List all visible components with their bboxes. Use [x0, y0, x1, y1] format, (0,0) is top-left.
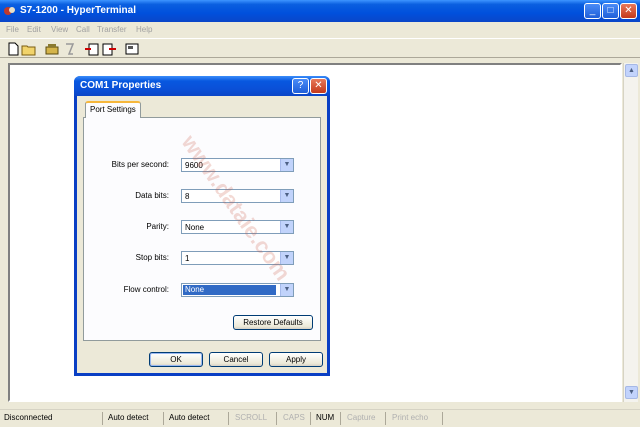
stop-bits-value: 1 — [185, 254, 190, 263]
stop-bits-select[interactable]: 1 ▼ — [181, 251, 294, 265]
bits-per-second-value: 9600 — [185, 161, 203, 170]
status-capture: Capture — [347, 413, 376, 422]
cancel-button[interactable]: Cancel — [209, 352, 263, 367]
dial-icon[interactable] — [44, 41, 60, 57]
data-bits-select[interactable]: 8 ▼ — [181, 189, 294, 203]
flow-control-select[interactable]: None ▼ — [181, 283, 294, 297]
dialog-title: COM1 Properties — [80, 80, 162, 91]
chevron-down-icon[interactable]: ▼ — [280, 284, 293, 296]
receive-icon[interactable] — [101, 41, 117, 57]
status-bar: Disconnected Auto detect Auto detect SCR… — [0, 409, 640, 427]
port-settings-panel: Bits per second: 9600 ▼ Data bits: 8 ▼ P… — [83, 117, 321, 341]
window-title: S7-1200 - HyperTerminal — [20, 5, 136, 16]
chevron-down-icon[interactable]: ▼ — [280, 252, 293, 264]
menu-edit[interactable]: Edit — [27, 25, 41, 34]
status-caps: CAPS — [283, 413, 305, 422]
hyperterminal-icon — [4, 7, 15, 15]
flow-control-value: None — [183, 285, 276, 295]
menu-help[interactable]: Help — [136, 25, 152, 34]
help-button[interactable]: ? — [292, 78, 309, 94]
menu-call[interactable]: Call — [76, 25, 90, 34]
ok-button[interactable]: OK — [149, 352, 203, 367]
apply-button[interactable]: Apply — [269, 352, 323, 367]
menu-bar: File Edit View Call Transfer Help — [0, 22, 640, 38]
toolbar — [0, 38, 640, 58]
vertical-scrollbar[interactable]: ▲ ▼ — [623, 63, 638, 402]
menu-transfer[interactable]: Transfer — [97, 25, 127, 34]
minimize-button[interactable]: _ — [584, 3, 601, 19]
new-icon[interactable] — [5, 41, 21, 57]
data-bits-label: Data bits: — [135, 191, 169, 200]
chevron-down-icon[interactable]: ▼ — [280, 190, 293, 202]
send-icon[interactable] — [84, 41, 100, 57]
title-bar[interactable]: S7-1200 - HyperTerminal _ □ ✕ — [0, 0, 640, 22]
status-scroll: SCROLL — [235, 413, 268, 422]
status-connection: Disconnected — [4, 413, 53, 422]
parity-label: Parity: — [146, 222, 169, 231]
stop-bits-label: Stop bits: — [135, 253, 169, 262]
status-print-echo: Print echo — [392, 413, 429, 422]
parity-select[interactable]: None ▼ — [181, 220, 294, 234]
status-detect-1: Auto detect — [108, 413, 149, 422]
status-detect-2: Auto detect — [169, 413, 210, 422]
close-button[interactable]: ✕ — [620, 3, 637, 19]
restore-defaults-button[interactable]: Restore Defaults — [233, 315, 313, 330]
status-num: NUM — [316, 413, 335, 422]
bits-per-second-label: Bits per second: — [111, 160, 169, 169]
tab-port-settings-label: Port Settings — [90, 105, 136, 114]
maximize-button[interactable]: □ — [602, 3, 619, 19]
scroll-up-icon[interactable]: ▲ — [625, 64, 638, 77]
menu-view[interactable]: View — [51, 25, 68, 34]
chevron-down-icon[interactable]: ▼ — [280, 159, 293, 171]
tab-port-settings[interactable]: Port Settings — [85, 101, 141, 118]
com1-properties-dialog: COM1 Properties ? ✕ Port Settings Bits p… — [74, 76, 330, 376]
dialog-close-button[interactable]: ✕ — [310, 78, 327, 94]
dialog-title-bar[interactable]: COM1 Properties ? ✕ — [74, 76, 330, 96]
properties-icon[interactable] — [124, 41, 140, 57]
dialog-body: Port Settings Bits per second: 9600 ▼ Da… — [77, 96, 327, 373]
flow-control-label: Flow control: — [123, 285, 169, 294]
menu-file[interactable]: File — [6, 25, 19, 34]
bits-per-second-select[interactable]: 9600 ▼ — [181, 158, 294, 172]
parity-value: None — [185, 223, 205, 232]
open-icon[interactable] — [21, 41, 37, 57]
scroll-down-icon[interactable]: ▼ — [625, 386, 638, 399]
data-bits-value: 8 — [185, 192, 190, 201]
chevron-down-icon[interactable]: ▼ — [280, 221, 293, 233]
disconnect-icon[interactable] — [62, 41, 78, 57]
